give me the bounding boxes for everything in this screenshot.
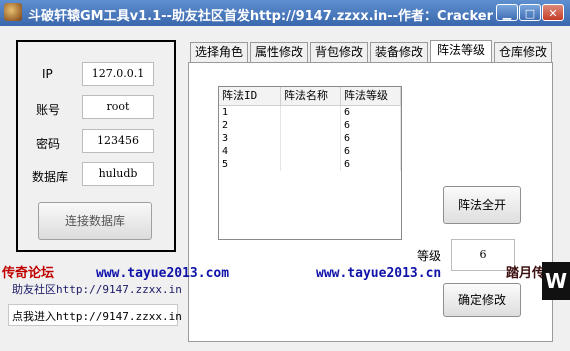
formation-name-cell bbox=[281, 106, 341, 119]
enter-link[interactable]: 点我进入http://9147.zzxx.in bbox=[12, 308, 182, 324]
formation-level-cell: 6 bbox=[341, 145, 401, 158]
ip-field[interactable]: 127.0.0.1 bbox=[82, 62, 154, 86]
formation-name-cell bbox=[281, 145, 341, 158]
table-row[interactable]: 2 6 bbox=[219, 119, 401, 132]
tab-equipment[interactable]: 装备修改 bbox=[370, 42, 428, 62]
level-label: 等级 bbox=[417, 249, 442, 263]
formation-level-cell: 6 bbox=[341, 119, 401, 132]
table-row[interactable]: 5 6 bbox=[219, 158, 401, 171]
title-bar: 斗破轩辕GM工具v1.1--助友社区首发http://9147.zzxx.in-… bbox=[0, 0, 570, 26]
table-header: 阵法ID 阵法名称 阵法等级 bbox=[219, 87, 401, 106]
open-all-formations-button[interactable]: 阵法全开 bbox=[443, 186, 521, 224]
minimize-button[interactable]: ▁ bbox=[496, 4, 518, 21]
table-row[interactable]: 3 6 bbox=[219, 132, 401, 145]
formation-id-cell: 3 bbox=[219, 132, 281, 145]
close-button[interactable]: ✕ bbox=[542, 4, 564, 21]
app-icon bbox=[4, 3, 22, 21]
tab-warehouse[interactable]: 仓库修改 bbox=[494, 42, 552, 62]
column-header[interactable]: 阵法ID bbox=[219, 87, 281, 105]
confirm-modify-button[interactable]: 确定修改 bbox=[443, 283, 521, 317]
enter-link-box[interactable]: 点我进入http://9147.zzxx.in bbox=[8, 304, 182, 326]
table-row[interactable]: 4 6 bbox=[219, 145, 401, 158]
formation-level-cell: 6 bbox=[341, 106, 401, 119]
table-row[interactable]: 1 6 bbox=[219, 106, 401, 119]
column-header[interactable]: 阵法名称 bbox=[281, 87, 341, 105]
formation-id-cell: 4 bbox=[219, 145, 281, 158]
formation-name-cell bbox=[281, 158, 341, 171]
maximize-button[interactable]: □ bbox=[519, 4, 541, 21]
column-header[interactable]: 阵法等级 bbox=[341, 87, 401, 105]
formation-table[interactable]: 阵法ID 阵法名称 阵法等级 1 6 2 6 3 6 4 6 5 6 bbox=[218, 86, 402, 240]
tab-attributes[interactable]: 属性修改 bbox=[250, 42, 308, 62]
formation-level-cell: 6 bbox=[341, 132, 401, 145]
tab-backpack[interactable]: 背包修改 bbox=[310, 42, 368, 62]
window-title: 斗破轩辕GM工具v1.1--助友社区首发http://9147.zzxx.in-… bbox=[28, 9, 494, 24]
connect-database-button[interactable]: 连接数据库 bbox=[38, 202, 152, 240]
formation-id-cell: 2 bbox=[219, 119, 281, 132]
account-field[interactable]: root bbox=[82, 95, 154, 119]
tab-select-character[interactable]: 选择角色 bbox=[190, 42, 248, 62]
password-label: 密码 bbox=[36, 137, 61, 151]
account-label: 账号 bbox=[36, 103, 61, 117]
formation-name-cell bbox=[281, 132, 341, 145]
database-label: 数据库 bbox=[32, 170, 69, 184]
banner-url-cn[interactable]: www.tayue2013.cn bbox=[316, 264, 441, 284]
formation-name-cell bbox=[281, 119, 341, 132]
community-link[interactable]: 助友社区http://9147.zzxx.in bbox=[12, 281, 182, 297]
tab-formation-level[interactable]: 阵法等级 bbox=[430, 40, 492, 63]
formation-id-cell: 5 bbox=[219, 158, 281, 171]
banner-logo-icon: W bbox=[542, 262, 570, 300]
formation-id-cell: 1 bbox=[219, 106, 281, 119]
database-field[interactable]: huludb bbox=[82, 162, 154, 186]
password-field[interactable]: 123456 bbox=[82, 129, 154, 153]
ip-label: IP bbox=[42, 67, 53, 81]
formation-level-cell: 6 bbox=[341, 158, 401, 171]
